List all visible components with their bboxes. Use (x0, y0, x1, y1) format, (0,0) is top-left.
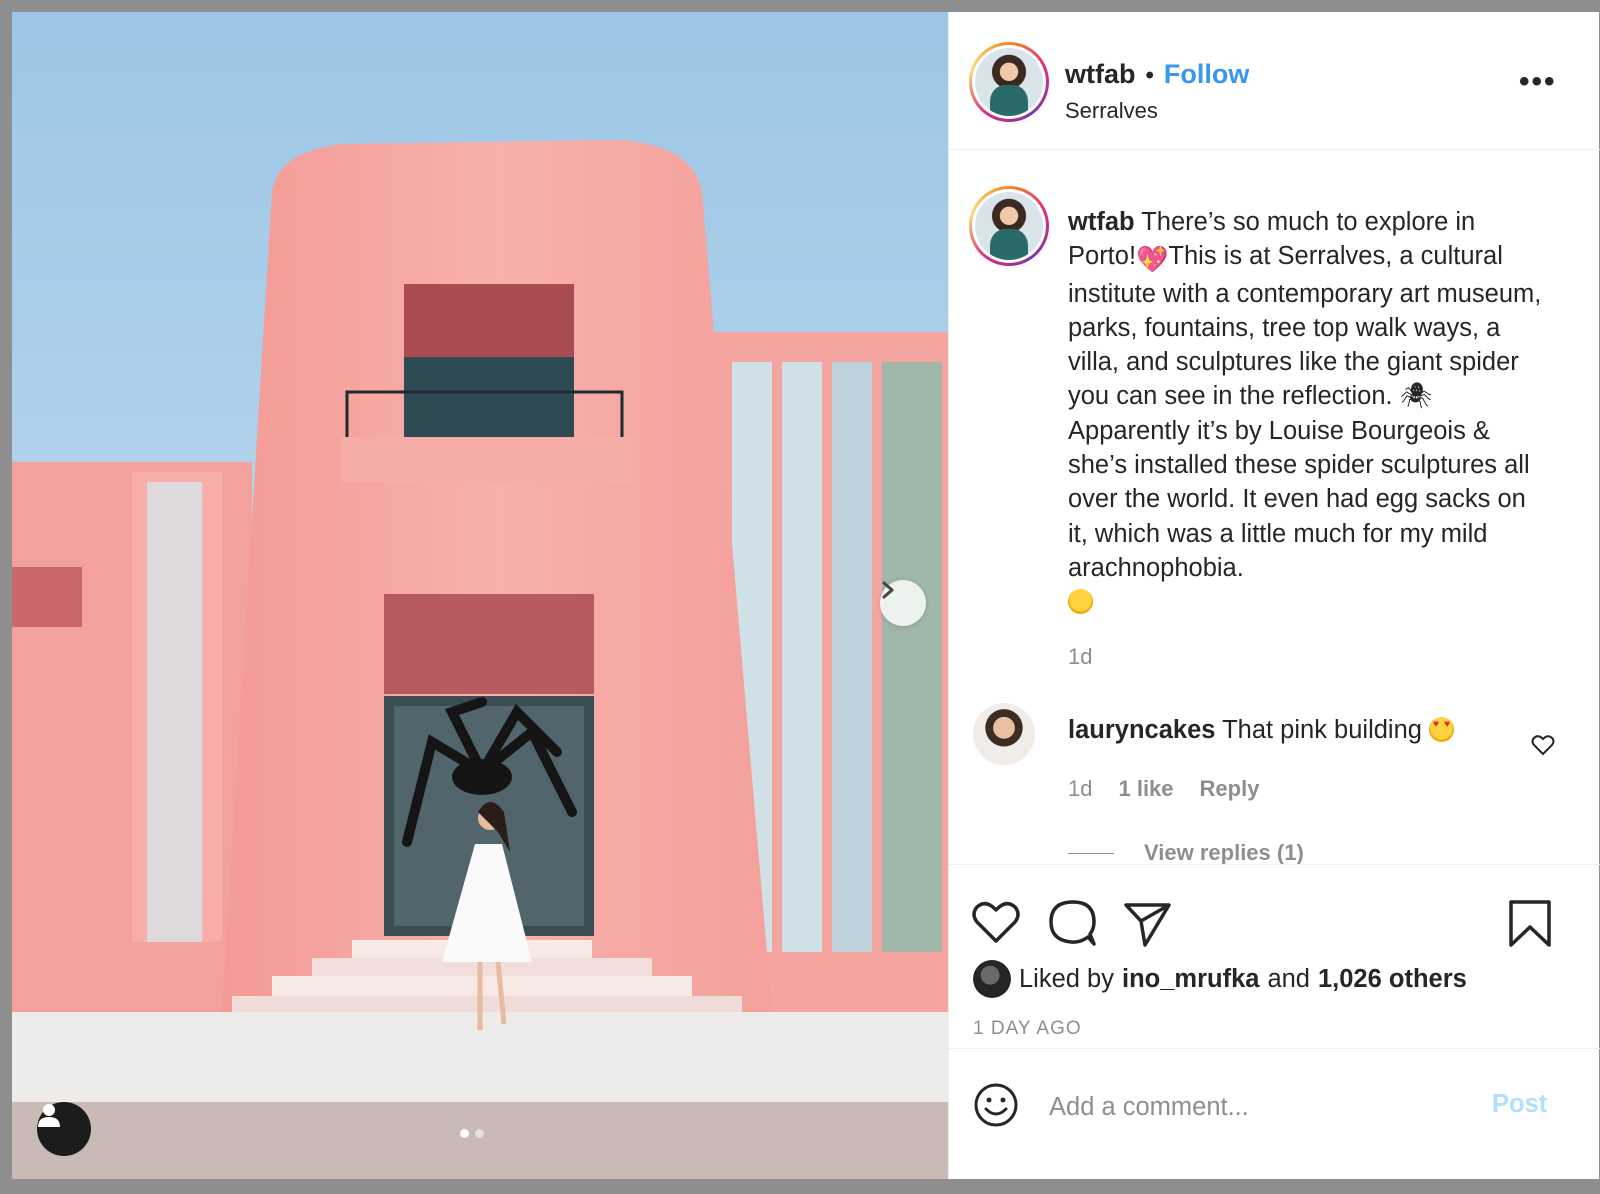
author-username[interactable]: wtfab (1065, 59, 1136, 90)
sparkling-heart-emoji: 💖 (1136, 244, 1169, 275)
view-replies-button[interactable]: View replies (1) (1068, 840, 1304, 866)
heart-icon (972, 901, 1020, 943)
comment-input[interactable] (1049, 1087, 1469, 1127)
post-header: wtfab • Follow Serralves ••• (949, 12, 1600, 150)
caption-text-3: Apparently it’s by Louise Bourgeois & sh… (1068, 416, 1530, 582)
comment-text: That pink building (1222, 716, 1422, 744)
comment-meta: 1d 1 like Reply (1068, 776, 1259, 802)
emoji-picker-button[interactable] (973, 1082, 1019, 1133)
caption-username[interactable]: wtfab (1068, 208, 1135, 236)
grinning-sweat-emoji (1068, 589, 1093, 615)
carousel-indicator (460, 1129, 484, 1138)
like-comment-button[interactable] (1531, 734, 1555, 761)
liker-avatar[interactable] (973, 960, 1011, 998)
comment: lauryncakes That pink building (1068, 716, 1455, 745)
comment-time[interactable]: 1d (1068, 776, 1092, 802)
liker-username[interactable]: ino_mrufka (1122, 965, 1259, 994)
pink-building-illustration (12, 12, 948, 1179)
spider-emoji: 🕷 (1399, 382, 1433, 411)
save-button[interactable] (1508, 899, 1552, 954)
separator-dot: • (1145, 62, 1154, 89)
post-location[interactable]: Serralves (1065, 98, 1158, 124)
post-modal: wtfab • Follow Serralves ••• wtfab There… (12, 12, 1600, 1179)
bookmark-icon (1509, 900, 1551, 947)
heart-outline-icon (1531, 735, 1555, 756)
more-options-icon[interactable]: ••• (1519, 67, 1557, 97)
comment-bubble-icon (1049, 900, 1096, 946)
post-date[interactable]: 1 DAY AGO (973, 1018, 1082, 1040)
heart-eyes-emoji (1429, 717, 1455, 742)
chevron-right-icon (882, 581, 894, 599)
replies-divider (1068, 852, 1114, 854)
smiley-icon (974, 1083, 1018, 1127)
tagged-users-button[interactable] (37, 1102, 91, 1156)
commenter-username[interactable]: lauryncakes (1068, 716, 1215, 744)
likes-others-count[interactable]: 1,026 others (1318, 965, 1467, 994)
like-button[interactable] (971, 899, 1021, 950)
add-comment-bar: Post (949, 1048, 1600, 1179)
post-caption: wtfab There’s so much to explore in Port… (1068, 205, 1548, 620)
reply-button[interactable]: Reply (1200, 776, 1260, 802)
likes-summary: Liked by ino_mrufka and 1,026 others (973, 960, 1467, 998)
carousel-dot (475, 1129, 484, 1138)
caption-time[interactable]: 1d (1068, 644, 1092, 670)
post-side-panel: wtfab • Follow Serralves ••• wtfab There… (948, 12, 1600, 1179)
comment-button[interactable] (1048, 899, 1098, 952)
paper-plane-icon (1124, 903, 1171, 947)
caption-author-avatar[interactable] (969, 186, 1049, 266)
commenter-avatar[interactable] (973, 703, 1035, 765)
carousel-dot-active (460, 1129, 469, 1138)
view-replies-label: View replies (1) (1144, 840, 1304, 865)
follow-button[interactable]: Follow (1164, 59, 1249, 90)
liked-by-and: and (1267, 964, 1310, 993)
share-button[interactable] (1123, 901, 1173, 952)
author-avatar[interactable] (969, 42, 1049, 122)
liked-by-prefix: Liked by (1019, 964, 1114, 993)
post-comment-button[interactable]: Post (1492, 1090, 1547, 1119)
user-icon (38, 1104, 60, 1127)
next-photo-button[interactable] (880, 580, 926, 626)
comment-likes[interactable]: 1 like (1118, 776, 1173, 802)
post-photo[interactable] (12, 12, 948, 1179)
